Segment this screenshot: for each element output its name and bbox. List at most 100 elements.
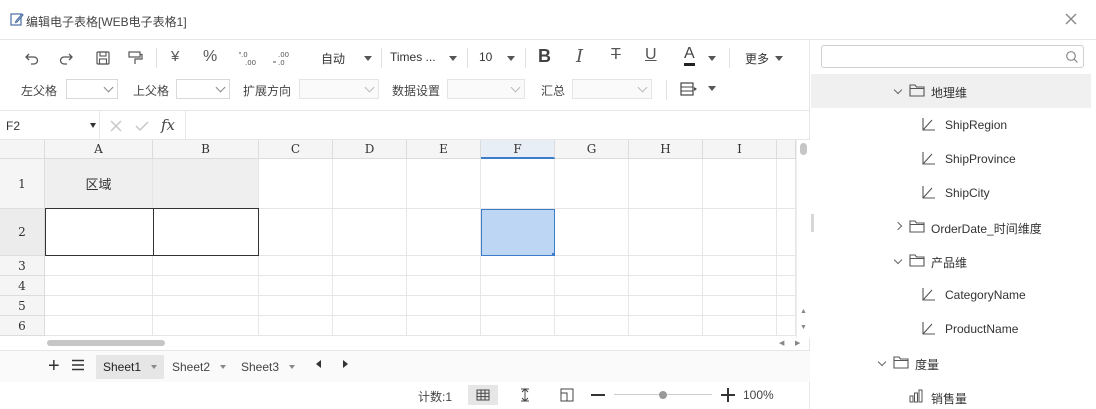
- cell-layout-icon[interactable]: [680, 81, 698, 97]
- cell-b2[interactable]: [153, 208, 259, 256]
- sheet-tab-sheet3[interactable]: Sheet3: [234, 355, 302, 379]
- cell-j4[interactable]: [777, 276, 796, 296]
- column-header-f[interactable]: F: [481, 140, 555, 159]
- scroll-up-arrow-icon[interactable]: ▲: [800, 308, 807, 315]
- sheet-list-icon[interactable]: [71, 358, 85, 372]
- function-icon[interactable]: fx: [161, 116, 175, 134]
- cancel-edit-icon[interactable]: [110, 120, 122, 132]
- percent-format-button[interactable]: %: [203, 48, 217, 66]
- cell-c1[interactable]: [259, 159, 333, 209]
- cell-a5[interactable]: [45, 296, 153, 316]
- cell-h6[interactable]: [629, 316, 703, 336]
- row-header-5[interactable]: 5: [0, 296, 45, 316]
- cell-d3[interactable]: [333, 256, 407, 276]
- cell-g2[interactable]: [555, 209, 629, 256]
- decrease-decimal-icon[interactable]: .00 .0: [272, 48, 292, 68]
- row-header-4[interactable]: 4: [0, 276, 45, 296]
- cell-a2[interactable]: [45, 208, 154, 256]
- cell-f6[interactable]: [481, 316, 555, 336]
- increase-decimal-icon[interactable]: .0 .00: [238, 48, 258, 68]
- redo-icon[interactable]: [58, 48, 76, 68]
- column-header-b[interactable]: B: [153, 140, 259, 159]
- search-icon[interactable]: [1065, 50, 1079, 64]
- summary-select[interactable]: [572, 79, 652, 99]
- format-painter-icon[interactable]: [126, 48, 144, 68]
- row-header-3[interactable]: 3: [0, 256, 45, 276]
- cell-d1[interactable]: [333, 159, 407, 209]
- cell-f1[interactable]: [481, 159, 555, 209]
- cell-i5[interactable]: [703, 296, 777, 316]
- scroll-right-arrow-icon[interactable]: ▶: [795, 339, 800, 347]
- cell-b1[interactable]: [153, 159, 259, 209]
- cell-f3[interactable]: [481, 256, 555, 276]
- cell-c6[interactable]: [259, 316, 333, 336]
- tree-item[interactable]: ProductName: [811, 312, 1091, 346]
- cell-d5[interactable]: [333, 296, 407, 316]
- column-header-c[interactable]: C: [259, 140, 333, 159]
- cell-h5[interactable]: [629, 296, 703, 316]
- cell-c5[interactable]: [259, 296, 333, 316]
- scroll-left-arrow-icon[interactable]: ◀: [779, 339, 784, 347]
- cell-d4[interactable]: [333, 276, 407, 296]
- cell-i1[interactable]: [703, 159, 777, 209]
- tree-item[interactable]: OrderDate_时间维度: [811, 210, 1091, 244]
- font-color-button[interactable]: A: [684, 45, 695, 66]
- cell-b3[interactable]: [153, 256, 259, 276]
- vertical-scroll-thumb[interactable]: [800, 143, 807, 155]
- tree-item[interactable]: ShipCity: [811, 176, 1091, 210]
- font-family-select[interactable]: Times ...: [390, 50, 436, 64]
- horizontal-scroll-thumb[interactable]: [47, 340, 165, 346]
- column-header-h[interactable]: H: [629, 140, 703, 159]
- sheet-tab-sheet2[interactable]: Sheet2: [165, 355, 233, 379]
- cell-g4[interactable]: [555, 276, 629, 296]
- column-header-i[interactable]: I: [703, 140, 777, 159]
- italic-button[interactable]: I: [576, 46, 583, 67]
- chevron-down-icon[interactable]: [893, 85, 903, 95]
- tree-item[interactable]: 地理维: [811, 74, 1091, 108]
- underline-button[interactable]: U: [645, 46, 657, 64]
- cell-a1[interactable]: 区域: [45, 159, 153, 209]
- cell-a4[interactable]: [45, 276, 153, 296]
- cell-g5[interactable]: [555, 296, 629, 316]
- cell-c4[interactable]: [259, 276, 333, 296]
- cell-f5[interactable]: [481, 296, 555, 316]
- horizontal-scrollbar[interactable]: ◀ ▶: [45, 338, 810, 348]
- currency-format-button[interactable]: ¥: [171, 48, 179, 65]
- column-header-j[interactable]: [777, 140, 796, 159]
- save-icon[interactable]: [94, 48, 112, 68]
- undo-icon[interactable]: [22, 48, 40, 68]
- cell-j6[interactable]: [777, 316, 796, 336]
- cell-e3[interactable]: [407, 256, 481, 276]
- cell-i4[interactable]: [703, 276, 777, 296]
- cell-e4[interactable]: [407, 276, 481, 296]
- scroll-down-arrow-icon[interactable]: ▼: [800, 324, 807, 331]
- strikethrough-button[interactable]: T: [611, 46, 621, 64]
- cell-h4[interactable]: [629, 276, 703, 296]
- vertical-scrollbar[interactable]: ▲ ▼: [796, 140, 810, 338]
- field-search-input[interactable]: [821, 45, 1084, 68]
- cell-e2[interactable]: [407, 209, 481, 256]
- more-button[interactable]: 更多: [745, 50, 769, 67]
- tree-item[interactable]: CategoryName: [811, 278, 1091, 312]
- cell-b4[interactable]: [153, 276, 259, 296]
- top-parent-select[interactable]: [176, 79, 230, 99]
- cell-i2[interactable]: [703, 209, 777, 256]
- close-icon[interactable]: [1062, 10, 1080, 28]
- cell-f2-selected[interactable]: [481, 209, 555, 256]
- bold-button[interactable]: B: [538, 46, 551, 67]
- cell-d2[interactable]: [333, 209, 407, 256]
- cell-c2[interactable]: [259, 209, 333, 256]
- chevron-down-icon[interactable]: [877, 357, 887, 367]
- zoom-slider-thumb[interactable]: [659, 391, 667, 399]
- select-all-corner[interactable]: [0, 140, 45, 159]
- confirm-edit-icon[interactable]: [135, 120, 149, 132]
- cell-h1[interactable]: [629, 159, 703, 209]
- data-settings-select[interactable]: [447, 79, 525, 99]
- row-header-6[interactable]: 6: [0, 316, 45, 336]
- font-size-select[interactable]: 10: [479, 50, 492, 64]
- spreadsheet-grid[interactable]: A B C D E F G H I 1 2 3 4 5 6 区域 ▲ ▼: [0, 140, 810, 338]
- prev-sheet-arrow-icon[interactable]: [316, 360, 321, 368]
- column-header-g[interactable]: G: [555, 140, 629, 159]
- cell-j3[interactable]: [777, 256, 796, 276]
- chevron-down-icon[interactable]: [893, 255, 903, 265]
